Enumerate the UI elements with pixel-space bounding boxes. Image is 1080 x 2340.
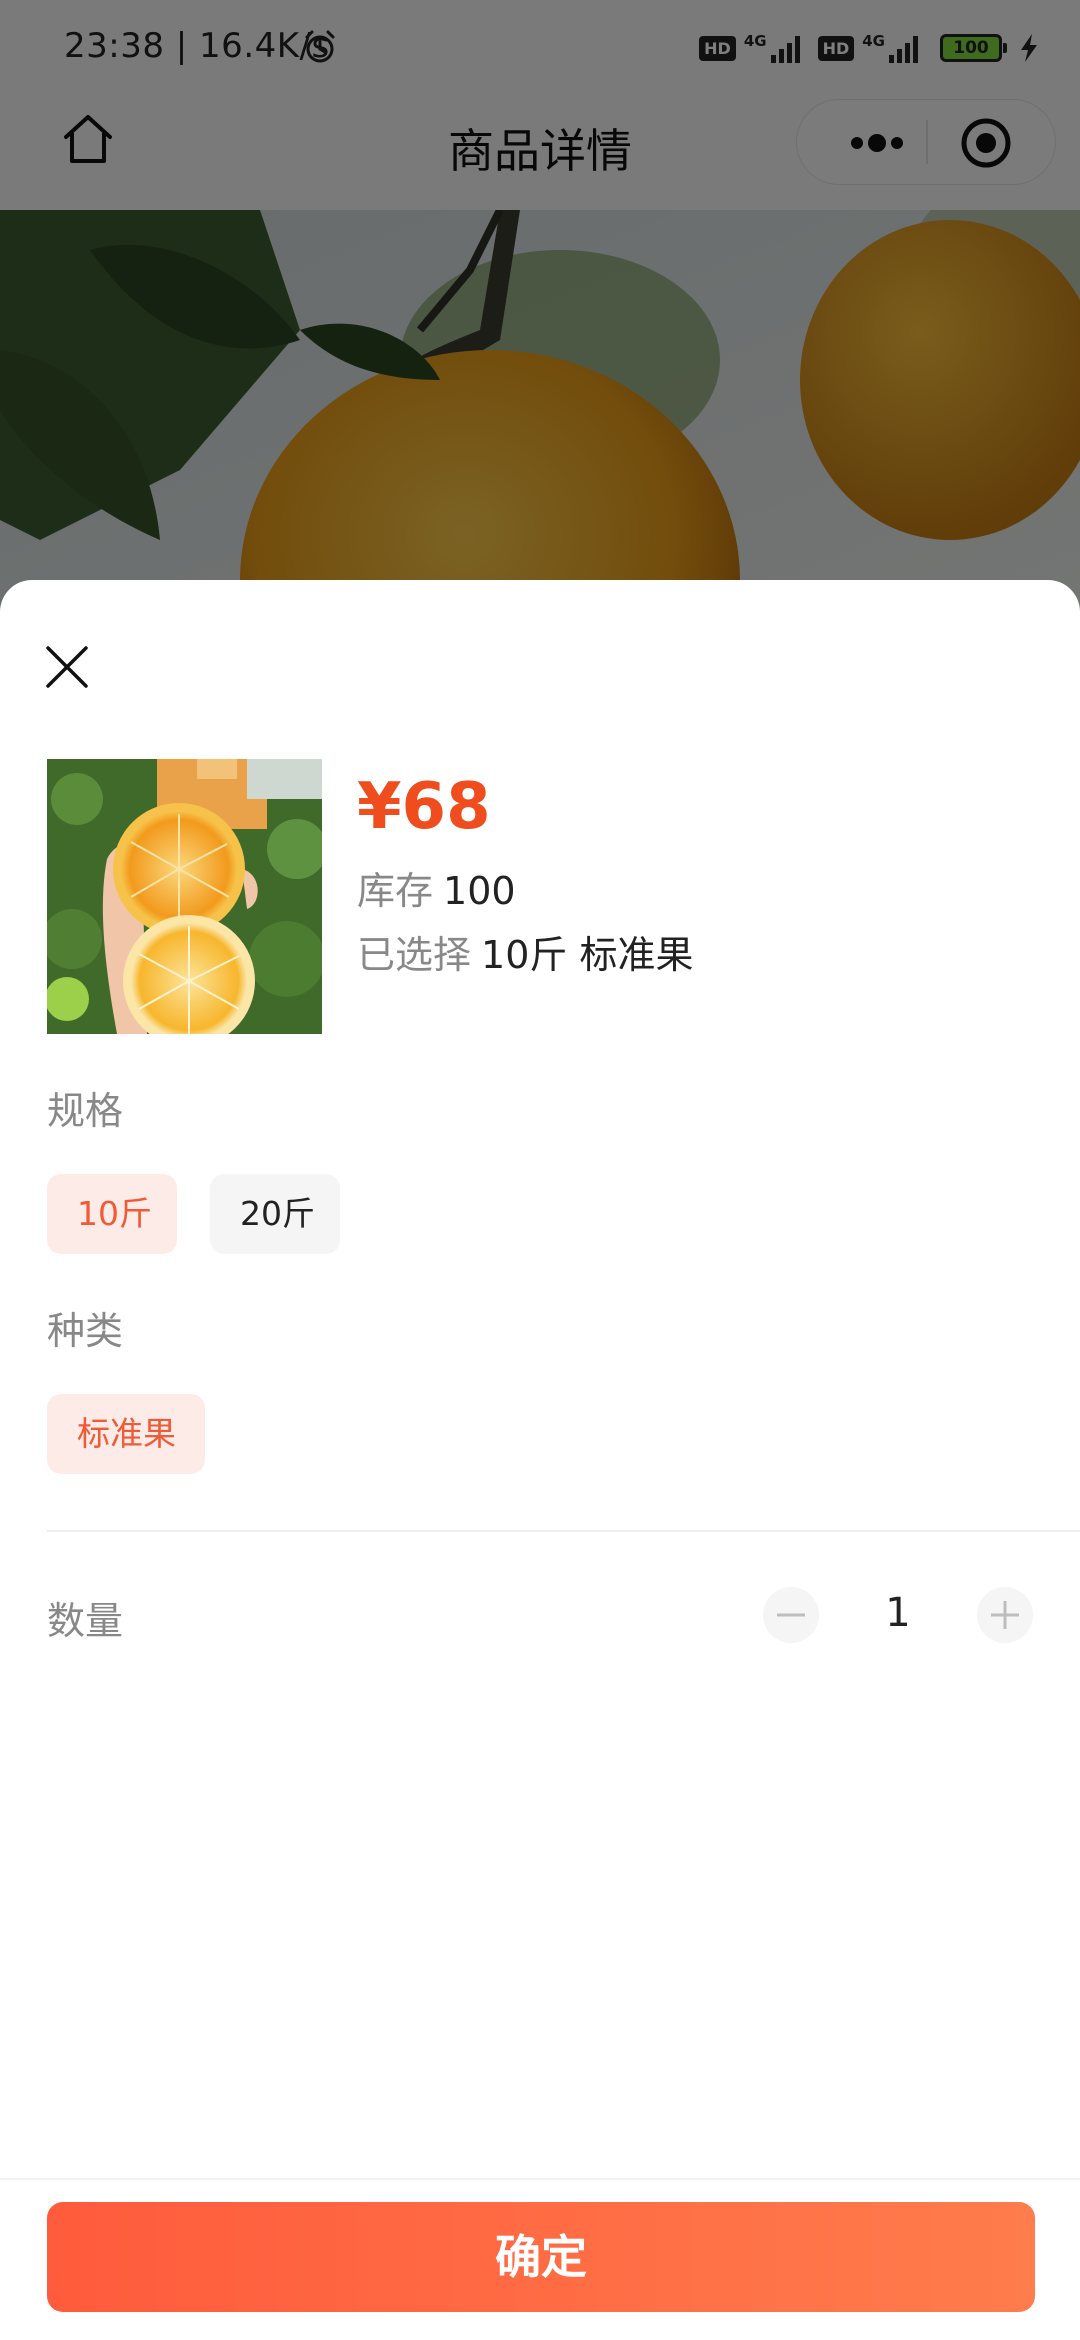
- selected-label: 已选择: [357, 933, 472, 977]
- close-icon[interactable]: [44, 644, 90, 690]
- quantity-value[interactable]: 1: [858, 1590, 938, 1636]
- variety-option-standard[interactable]: 标准果: [47, 1394, 205, 1474]
- selected-info: 已选择 10斤 标准果: [357, 924, 693, 979]
- quantity-label: 数量: [47, 1599, 124, 1643]
- footer-divider: [0, 2178, 1080, 2180]
- product-price: ¥68: [357, 770, 491, 844]
- background-page: 23:38 | 16.4K/s HD 4G HD 4G 100: [0, 0, 1080, 640]
- spec-title: 规格: [47, 1089, 124, 1133]
- sku-selector-sheet: ¥68 库存 100 已选择 10斤 标准果 规格 10斤 20斤 种类 标准果 数…: [0, 580, 1080, 2340]
- confirm-button[interactable]: 确定: [47, 2202, 1035, 2312]
- plus-icon[interactable]: [977, 1587, 1033, 1643]
- product-thumbnail: [47, 759, 322, 1034]
- minus-icon[interactable]: [763, 1587, 819, 1643]
- spec-option-10jin[interactable]: 10斤: [47, 1174, 177, 1254]
- spec-option-20jin[interactable]: 20斤: [210, 1174, 340, 1254]
- stock-info: 库存 100: [357, 860, 516, 915]
- stock-label: 库存: [357, 869, 434, 913]
- variety-title: 种类: [47, 1309, 124, 1353]
- divider: [47, 1530, 1080, 1532]
- selected-value: 10斤 标准果: [481, 933, 694, 977]
- dim-overlay[interactable]: [0, 0, 1080, 640]
- stock-value: 100: [443, 869, 516, 913]
